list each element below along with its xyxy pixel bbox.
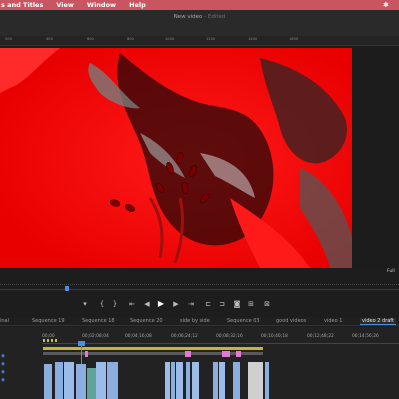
monitor-margin — [352, 48, 399, 268]
work-area-bar[interactable] — [43, 347, 263, 350]
eye-icon[interactable]: ◉ — [1, 354, 6, 359]
timecode-label: 00;02;08;04 — [82, 334, 109, 339]
pink-marker[interactable] — [85, 351, 88, 357]
scrub-playhead[interactable] — [65, 286, 69, 291]
tab-sequence-18[interactable]: Sequence 18 — [82, 318, 115, 324]
video-clip[interactable] — [213, 362, 218, 399]
timecode-label: 00;14;56;26 — [352, 334, 379, 339]
tab-sequence-03[interactable]: Sequence 03 — [227, 318, 260, 324]
tab-sequence-20[interactable]: Sequence 20 — [130, 318, 163, 324]
lightbulb-icon[interactable]: ✱ — [383, 1, 391, 9]
tab-sequence-19[interactable]: Sequence 19 — [32, 318, 65, 324]
insert-icon[interactable]: ⊏ — [203, 299, 213, 309]
clip-markers — [43, 351, 399, 357]
app-window: s and Titles View Window Help ✱ New vide… — [0, 0, 399, 399]
sequence-tabs: inal Sequence 19 Sequence 18 Sequence 20… — [0, 317, 399, 326]
ruler-tick: 400 — [46, 37, 53, 41]
add-marker-icon[interactable]: ▾ — [80, 299, 90, 309]
tab-good-videos[interactable]: good videos — [276, 318, 306, 324]
ruler-tick: 1600 — [289, 37, 299, 41]
zoom-level-dropdown[interactable]: Full — [387, 269, 395, 274]
timeline-panel[interactable]: 00;00 00;02;08;04 00;04;16;08 00;06;24;1… — [0, 327, 399, 399]
track-header-icons: ◉ ◉ ◉ ◉ — [0, 354, 8, 395]
window-title: New video - Edited — [0, 14, 399, 20]
program-monitor — [0, 46, 399, 270]
vr-icon[interactable]: ⊠ — [262, 299, 272, 309]
mark-out-icon[interactable]: } — [110, 299, 120, 309]
ruler-tick: 800 — [127, 37, 134, 41]
ruler-tick: 600 — [87, 37, 94, 41]
ruler-tick: 200 — [5, 37, 12, 41]
tab-video-2-draft[interactable]: video 2 draft — [360, 318, 396, 325]
timecode-label: 00;00 — [42, 334, 55, 339]
scrub-track — [0, 289, 399, 290]
play-icon[interactable]: ▶ — [156, 299, 166, 309]
video-clip[interactable] — [44, 364, 52, 399]
scrub-ticks — [0, 283, 399, 285]
video-clip[interactable] — [87, 368, 96, 399]
tab-final[interactable]: inal — [0, 318, 9, 324]
timecode-label: 00;12;48;22 — [307, 334, 334, 339]
video-clip[interactable] — [76, 364, 86, 399]
pink-marker[interactable] — [236, 351, 241, 357]
tab-video-1[interactable]: video 1 — [324, 318, 342, 324]
ruler-tick: 1200 — [206, 37, 216, 41]
video-clip[interactable] — [176, 362, 183, 399]
video-clips — [43, 362, 399, 399]
video-clip[interactable] — [107, 362, 118, 399]
pink-marker[interactable] — [185, 351, 191, 357]
mark-in-icon[interactable]: { — [97, 299, 107, 309]
camera-icon[interactable]: ◙ — [232, 299, 242, 309]
document-name: New video — [173, 14, 203, 20]
video-clip[interactable] — [265, 362, 269, 399]
transport-controls: ▾ { } ⇤ ◀ ▶ ▶ ⇥ ⊏ ⊐ ◙ ⊞ ⊠ — [0, 296, 399, 312]
timecode-label: 00;08;32;16 — [216, 334, 243, 339]
step-forward-icon[interactable]: ▶ — [171, 299, 181, 309]
video-clip[interactable] — [248, 362, 263, 399]
go-to-out-icon[interactable]: ⇥ — [186, 299, 196, 309]
video-frame[interactable] — [0, 48, 352, 268]
video-clip[interactable] — [219, 362, 225, 399]
eye-icon[interactable]: ◉ — [1, 370, 6, 375]
video-clip[interactable] — [96, 362, 106, 399]
timeline-ruler[interactable] — [42, 341, 399, 344]
menubar: s and Titles View Window Help ✱ — [0, 0, 399, 10]
title-bar: New video - Edited — [0, 10, 399, 36]
edited-status: - Edited — [202, 14, 226, 20]
video-clip[interactable] — [64, 362, 74, 399]
video-clip[interactable] — [233, 362, 240, 399]
timeline-timecodes: 00;00 00;02;08;04 00;04;16;08 00;06;24;1… — [42, 334, 399, 341]
go-to-in-icon[interactable]: ⇤ — [127, 299, 137, 309]
video-frame-image — [0, 48, 352, 268]
program-ruler: 200 400 600 800 1000 1200 1400 1600 — [0, 36, 399, 46]
video-clip[interactable] — [186, 362, 190, 399]
eye-icon[interactable]: ◉ — [1, 362, 6, 367]
program-scrub-bar[interactable] — [0, 280, 399, 292]
timecode-label: 00;04;16;08 — [125, 334, 152, 339]
ruler-tick: 1000 — [165, 37, 175, 41]
tab-video-2-draft-label: video 2 draft — [362, 318, 394, 324]
menu-graphics-titles[interactable]: s and Titles — [1, 0, 43, 10]
timecode-label: 00;06;24;12 — [171, 334, 198, 339]
menu-view[interactable]: View — [56, 0, 74, 10]
video-clip[interactable] — [192, 362, 199, 399]
video-clip[interactable] — [55, 362, 63, 399]
video-clip[interactable] — [171, 362, 175, 399]
overwrite-icon[interactable]: ⊐ — [217, 299, 227, 309]
video-clip[interactable] — [165, 362, 170, 399]
timecode-label: 00;10;40;18 — [261, 334, 288, 339]
ruler-tick: 1400 — [248, 37, 258, 41]
pink-marker[interactable] — [222, 351, 230, 357]
comparison-view-icon[interactable]: ⊞ — [246, 299, 256, 309]
adjustment-track[interactable] — [43, 352, 263, 355]
tab-side-by-side[interactable]: side by side — [180, 318, 210, 324]
step-back-icon[interactable]: ◀ — [142, 299, 152, 309]
menu-window[interactable]: Window — [87, 0, 116, 10]
eye-icon[interactable]: ◉ — [1, 378, 6, 383]
menu-help[interactable]: Help — [129, 0, 146, 10]
